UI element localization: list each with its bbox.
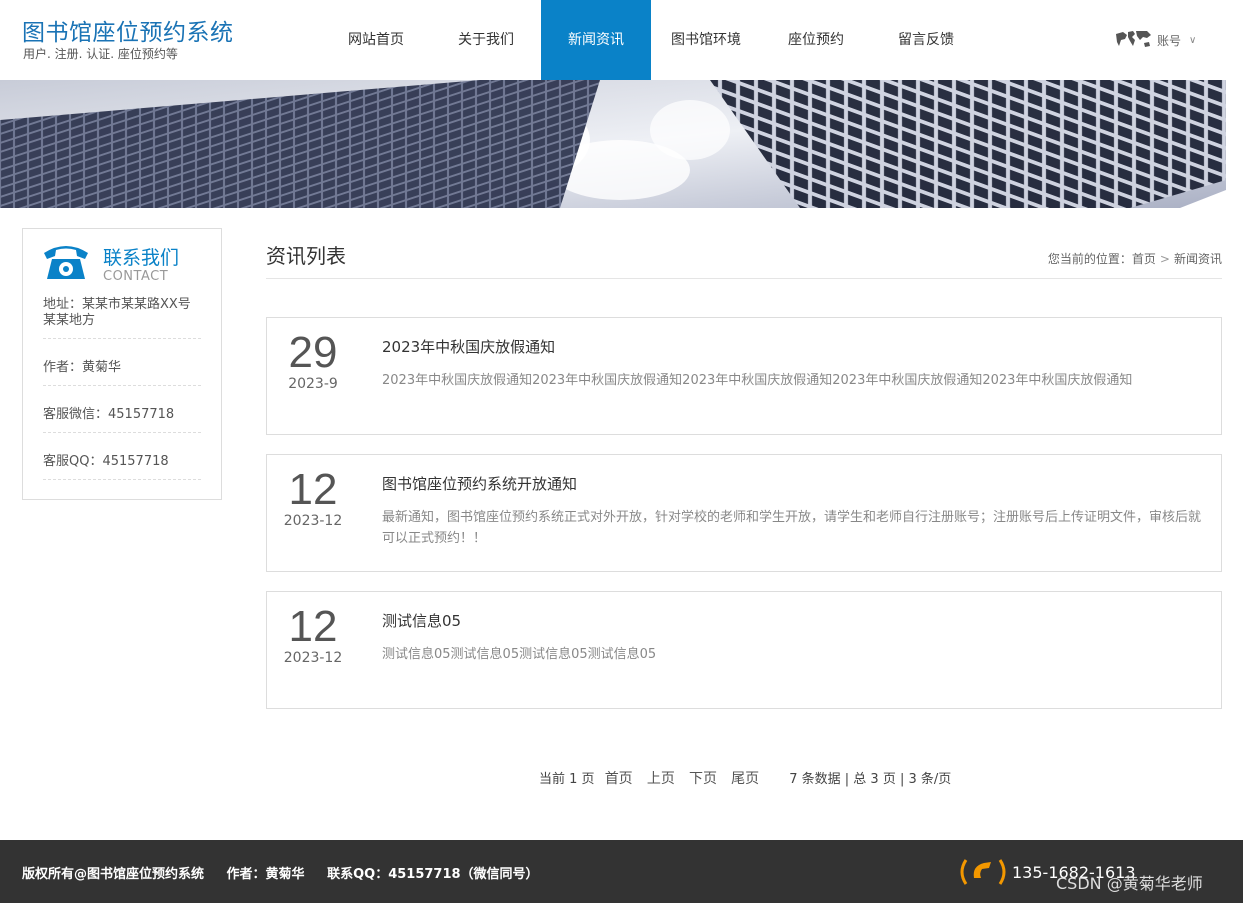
chevron-down-icon: ∨ [1189,34,1197,46]
news-year-month: 2023-9 [288,376,338,392]
pager-prev-link[interactable]: 上页 [647,771,675,787]
news-day: 12 [288,465,338,514]
news-title[interactable]: 图书馆座位预约系统开放通知 [382,473,577,494]
news-item[interactable]: 29 2023-9 2023年中秋国庆放假通知 2023年中秋国庆放假通知202… [266,317,1222,435]
news-summary: 测试信息05测试信息05测试信息05测试信息05 [382,647,657,662]
nav-seat-booking[interactable]: 座位预约 [761,0,871,80]
site-header: 图书馆座位预约系统 用户. 注册. 认证. 座位预约等 网站首页 关于我们 新闻… [0,0,1243,80]
news-title[interactable]: 测试信息05 [382,610,461,631]
nav-about[interactable]: 关于我们 [431,0,541,80]
news-title[interactable]: 2023年中秋国庆放假通知 [382,336,555,357]
footer-qq: 联系QQ：45157718（微信同号） [327,867,539,882]
hero-banner [0,80,1226,208]
nav-feedback[interactable]: 留言反馈 [871,0,981,80]
breadcrumb: 您当前的位置：首页 > 新闻资讯 [1048,250,1222,267]
page-title: 资讯列表 [266,244,346,268]
breadcrumb-separator: > [1159,252,1170,266]
pager-summary: 7 条数据 | 总 3 页 | 3 条/页 [789,772,952,787]
pager-next-link[interactable]: 下页 [689,771,717,787]
account-menu[interactable]: 账号 ∨ [1113,28,1196,52]
contact-qq: 客服QQ：45157718 [43,454,201,480]
news-day: 12 [288,602,338,651]
breadcrumb-prefix: 您当前的位置： [1047,252,1132,266]
contact-title: 联系我们 [103,247,180,269]
news-item[interactable]: 12 2023-12 图书馆座位预约系统开放通知 最新通知，图书馆座位预约系统正… [266,454,1222,572]
nav-home[interactable]: 网站首页 [321,0,431,80]
news-summary: 2023年中秋国庆放假通知2023年中秋国庆放假通知2023年中秋国庆放假通知2… [382,373,1133,388]
news-day: 29 [288,328,338,377]
footer-copyright: 版权所有@图书馆座位预约系统 [22,867,205,882]
breadcrumb-home[interactable]: 首页 [1132,252,1156,266]
contact-title-en: CONTACT [103,269,169,284]
site-title[interactable]: 图书馆座位预约系统 [22,13,234,47]
pagination: 当前 1 页 首页 上页 下页 尾页 7 条数据 | 总 3 页 | 3 条/页 [539,768,957,788]
main-nav: 网站首页 关于我们 新闻资讯 图书馆环境 座位预约 留言反馈 [321,0,981,80]
contact-box: 联系我们 CONTACT 地址：某某市某某路XX号某某地方 作者：黄菊华 客服微… [22,228,222,500]
news-year-month: 2023-12 [283,513,343,529]
news-summary: 最新通知，图书馆座位预约系统正式对外开放，针对学校的老师和学生开放，请学生和老师… [382,510,1202,546]
news-year-month: 2023-12 [283,650,343,666]
contact-author: 作者：黄菊华 [43,360,201,386]
title-divider [266,278,1222,279]
nav-environment[interactable]: 图书馆环境 [651,0,761,80]
telephone-icon [44,246,88,279]
pager-first-link[interactable]: 首页 [605,771,633,787]
nav-news[interactable]: 新闻资讯 [541,0,651,80]
account-label: 账号 [1157,33,1182,48]
building-banner-image [0,80,1226,208]
world-map-icon [1116,31,1151,47]
site-subtitle: 用户. 注册. 认证. 座位预约等 [23,47,178,61]
news-item[interactable]: 12 2023-12 测试信息05 测试信息05测试信息05测试信息05测试信息… [266,591,1222,709]
contact-address: 地址：某某市某某路XX号某某地方 [43,297,201,339]
contact-wechat: 客服微信：45157718 [43,407,201,433]
footer-info: 版权所有@图书馆座位预约系统 作者：黄菊华 联系QQ：45157718（微信同号… [22,863,557,882]
pager-last-link[interactable]: 尾页 [731,771,759,787]
phone-handset-icon [960,859,1006,885]
breadcrumb-current[interactable]: 新闻资讯 [1174,252,1222,266]
pager-current: 当前 1 页 [539,772,595,787]
csdn-watermark: CSDN @黄菊华老师 [1056,874,1203,893]
footer-author: 作者：黄菊华 [226,867,305,882]
